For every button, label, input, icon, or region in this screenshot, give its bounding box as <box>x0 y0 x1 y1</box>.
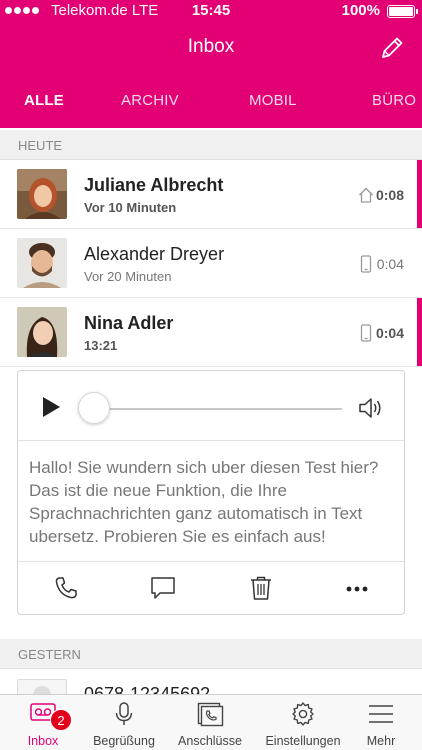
voicemail-transcript: Hallo! Sie wundern sich uber diesen Test… <box>29 458 379 546</box>
avatar <box>17 238 67 288</box>
section-header-yesterday: GESTERN <box>0 639 422 669</box>
mobile-icon <box>360 324 372 342</box>
call-back-button[interactable] <box>52 574 80 602</box>
home-icon <box>359 187 373 203</box>
message-duration: 0:04 <box>376 256 404 272</box>
message-icon <box>151 577 175 599</box>
play-button[interactable] <box>40 395 62 419</box>
unread-count-badge: 2 <box>50 709 72 731</box>
menu-icon <box>369 705 393 723</box>
tabbar-label: Einstellungen <box>265 734 341 748</box>
trash-icon <box>251 576 271 600</box>
more-icon <box>346 586 368 592</box>
battery-icon <box>387 5 418 18</box>
tabbar-einstellungen[interactable]: Einstellungen <box>256 695 350 750</box>
audio-player <box>18 371 404 441</box>
play-icon <box>43 397 60 417</box>
tabbar-label: Mehr <box>366 734 396 748</box>
message-actions <box>18 561 404 615</box>
filter-tabs: ALLE ARCHIV MOBIL BÜRO <box>0 88 422 114</box>
avatar <box>17 169 67 219</box>
avatar <box>17 307 67 357</box>
tabbar-mehr[interactable]: Mehr <box>350 695 412 750</box>
progress-slider-handle[interactable] <box>78 392 110 424</box>
pencil-icon <box>382 37 403 58</box>
tab-alle[interactable]: ALLE <box>24 92 64 109</box>
contact-name: Juliane Albrecht <box>84 175 224 195</box>
gear-icon <box>292 702 314 726</box>
mobile-icon <box>360 255 372 273</box>
microphone-icon <box>115 702 133 725</box>
reply-message-button[interactable] <box>149 574 177 602</box>
message-duration: 0:04 <box>375 325 404 341</box>
app-header: Telekom.de LTE 15:45 100% Inbox ALLE ARC… <box>0 0 422 128</box>
tab-mobil[interactable]: MOBIL <box>249 92 297 109</box>
status-bar: Telekom.de LTE 15:45 100% <box>0 0 422 22</box>
compose-button[interactable] <box>378 34 406 62</box>
unread-marker <box>417 160 422 228</box>
message-row-selected[interactable]: Nina Adler 13:21 0:04 <box>0 298 422 367</box>
tabbar-label: Begrüßung <box>93 734 155 748</box>
progress-track[interactable] <box>96 408 342 410</box>
tabbar-inbox[interactable]: 2 Inbox <box>6 695 80 750</box>
message-duration: 0:08 <box>375 187 404 203</box>
bottom-tab-bar: 2 Inbox Begrüßung Anschlüsse Einstellung… <box>0 694 422 750</box>
phone-icon <box>197 702 224 727</box>
tab-archiv[interactable]: ARCHIV <box>121 92 179 109</box>
voicemail-detail-card: Hallo! Sie wundern sich uber diesen Test… <box>17 370 405 615</box>
more-button[interactable] <box>343 574 371 602</box>
tabbar-label: Inbox <box>27 734 59 748</box>
message-time: 13:21 <box>84 338 118 353</box>
contact-name: Alexander Dreyer <box>84 244 225 264</box>
tabbar-begruessung[interactable]: Begrüßung <box>84 695 164 750</box>
page-title: Inbox <box>187 36 235 57</box>
tab-buero[interactable]: BÜRO <box>372 92 416 109</box>
speaker-icon <box>359 398 381 418</box>
battery-percent: 100% <box>341 2 380 19</box>
message-time: Vor 10 Minuten <box>84 200 177 215</box>
message-row[interactable]: Juliane Albrecht Vor 10 Minuten 0:08 <box>0 160 422 229</box>
tabbar-label: Anschlüsse <box>178 734 242 748</box>
contact-name: Nina Adler <box>84 313 174 333</box>
message-row[interactable]: Alexander Dreyer Vor 20 Minuten 0:04 <box>0 229 422 298</box>
volume-button[interactable] <box>358 396 384 420</box>
unread-marker <box>417 298 422 366</box>
section-header-today: HEUTE <box>0 130 422 160</box>
delete-button[interactable] <box>247 574 275 602</box>
phone-icon <box>55 577 77 599</box>
tabbar-anschluesse[interactable]: Anschlüsse <box>168 695 252 750</box>
message-time: Vor 20 Minuten <box>84 269 172 284</box>
